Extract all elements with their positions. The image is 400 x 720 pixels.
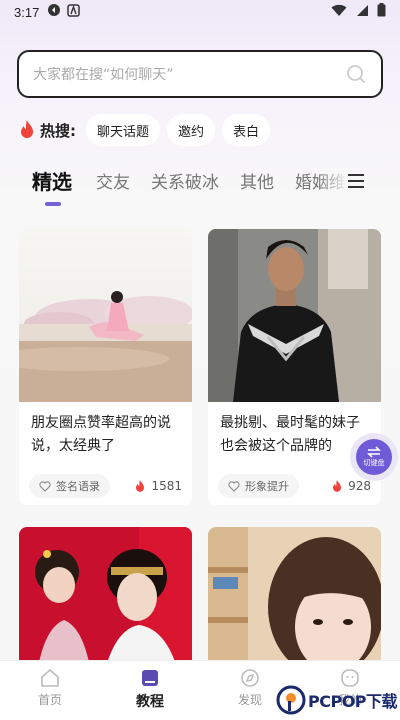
- tab-icebreak[interactable]: 关系破冰: [151, 168, 219, 193]
- nav-discover[interactable]: 发现: [215, 667, 285, 708]
- tab-featured[interactable]: 精选: [32, 166, 72, 195]
- battery-icon: [377, 3, 386, 21]
- card-tag-label: 签名语录: [56, 480, 100, 493]
- article-card[interactable]: [208, 527, 381, 667]
- article-card[interactable]: [19, 527, 192, 667]
- switch-keyboard-label: 切键盘: [363, 459, 385, 467]
- tab-other[interactable]: 其他: [240, 168, 274, 193]
- search-input[interactable]: 大家都在搜“如何聊天”: [17, 50, 383, 98]
- tab-indicator: [45, 202, 61, 206]
- category-tabs: 精选 交友 关系破冰 其他 婚姻维: [0, 164, 400, 208]
- card-likes: 928: [331, 479, 371, 494]
- flame-icon: [136, 479, 145, 492]
- card-likes-count: 1581: [151, 479, 182, 493]
- card-image: [19, 229, 192, 402]
- search-placeholder: 大家都在搜“如何聊天”: [33, 67, 174, 83]
- card-image: [19, 527, 192, 667]
- flame-icon: [333, 479, 342, 492]
- hot-search-row: 热搜: 聊天话题 邀约 表白: [18, 114, 277, 146]
- nav-home-label: 首页: [37, 693, 62, 707]
- heart-outline-icon: [228, 480, 240, 492]
- card-title: 朋友圈点赞率超高的说说，太经典了: [31, 415, 171, 454]
- notification-icon: [47, 3, 61, 21]
- menu-icon[interactable]: [346, 172, 366, 190]
- compass-icon: [241, 669, 259, 687]
- switch-keyboard-inner: 切键盘: [356, 439, 392, 475]
- card-tag-label: 形象提升: [245, 480, 289, 493]
- nav-discover-label: 发现: [237, 693, 262, 707]
- flame-icon: [21, 120, 33, 138]
- signal-icon: [355, 4, 369, 21]
- tab-friends[interactable]: 交友: [96, 168, 130, 193]
- heart-outline-icon: [39, 480, 51, 492]
- switch-keyboard-button[interactable]: 切键盘: [350, 433, 398, 481]
- card-tag[interactable]: 形象提升: [218, 474, 299, 498]
- app-notification-icon: [67, 3, 81, 21]
- card-likes: 1581: [134, 479, 182, 494]
- card-image: [208, 229, 381, 402]
- watermark-text: PCPOP下载: [308, 692, 398, 711]
- card-footer: 签名语录 1581: [19, 464, 192, 498]
- article-card[interactable]: 朋友圈点赞率超高的说说，太经典了 签名语录 1581: [19, 229, 192, 505]
- status-bar: 3:17: [0, 0, 400, 24]
- nav-tutorial-label: 教程: [136, 694, 164, 710]
- tabs-fade: [318, 164, 348, 204]
- home-icon: [41, 669, 59, 687]
- hot-tag[interactable]: 表白: [222, 114, 271, 146]
- card-tag[interactable]: 签名语录: [29, 474, 110, 498]
- swap-arrows-icon: [367, 446, 381, 458]
- wifi-icon: [331, 4, 347, 21]
- watermark: PCPOP下载: [276, 682, 398, 718]
- book-icon: [142, 670, 158, 686]
- hot-tag[interactable]: 聊天话题: [86, 114, 161, 146]
- card-likes-count: 928: [348, 479, 371, 493]
- hot-tag[interactable]: 邀约: [167, 114, 216, 146]
- pcpop-logo: [276, 685, 306, 715]
- search-icon[interactable]: [345, 63, 367, 85]
- hot-search-label: 热搜:: [40, 121, 76, 140]
- card-image: [208, 527, 381, 667]
- nav-home[interactable]: 首页: [15, 667, 85, 708]
- nav-tutorial[interactable]: 教程: [115, 667, 185, 711]
- status-time: 3:17: [14, 4, 40, 20]
